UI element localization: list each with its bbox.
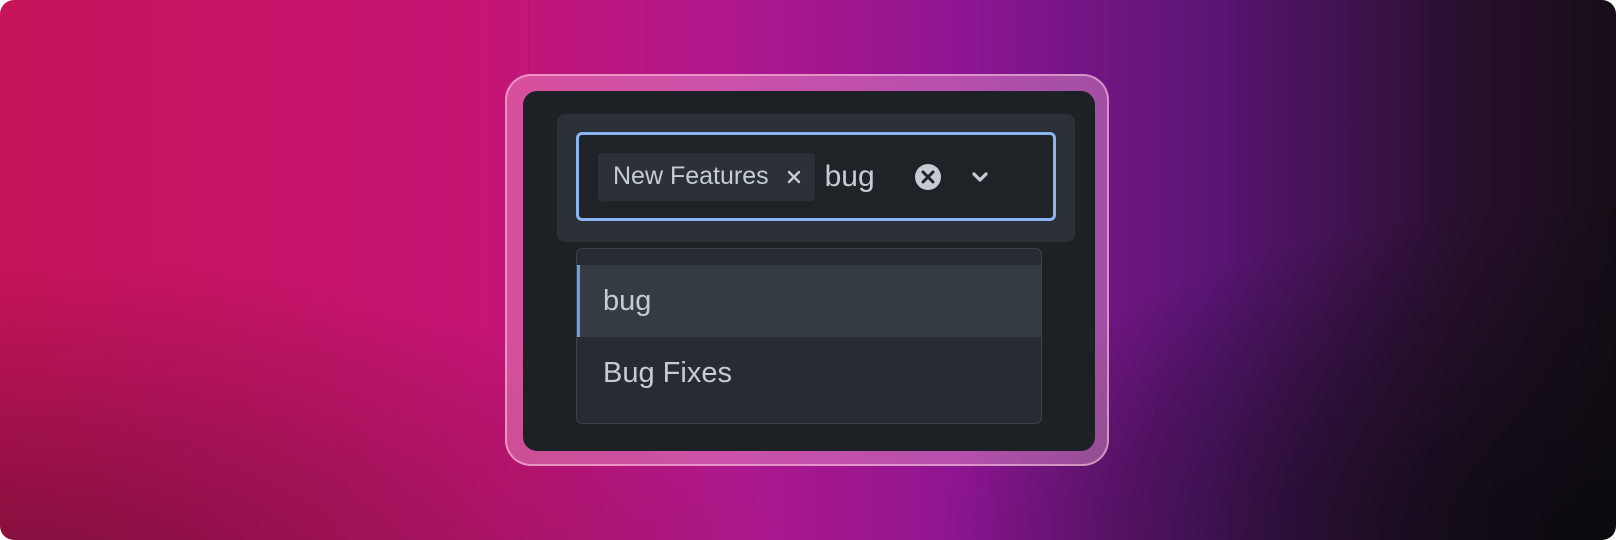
selected-tag-new-features: New Features (598, 152, 815, 201)
search-input[interactable] (824, 159, 909, 194)
chevron-down-icon[interactable] (968, 165, 992, 189)
demo-frame: New Features bug bug Bug Fixes (505, 74, 1109, 466)
option-bug[interactable]: bug (577, 265, 1041, 337)
option-bug-fixes[interactable]: Bug Fixes (577, 337, 1041, 409)
multi-select-control[interactable]: New Features (576, 132, 1056, 221)
close-icon[interactable] (785, 168, 803, 186)
background: New Features bug bug Bug Fixes (0, 0, 1616, 540)
tag-label: New Features (613, 162, 769, 190)
option-label: bug (603, 284, 652, 317)
dropdown-menu: bug Bug Fixes (576, 248, 1042, 424)
option-label: Bug Fixes (603, 356, 732, 389)
demo-panel: New Features bug bug Bug Fixes (523, 91, 1095, 451)
select-field-container: New Features (557, 114, 1075, 242)
clear-circle-icon[interactable] (913, 162, 943, 192)
